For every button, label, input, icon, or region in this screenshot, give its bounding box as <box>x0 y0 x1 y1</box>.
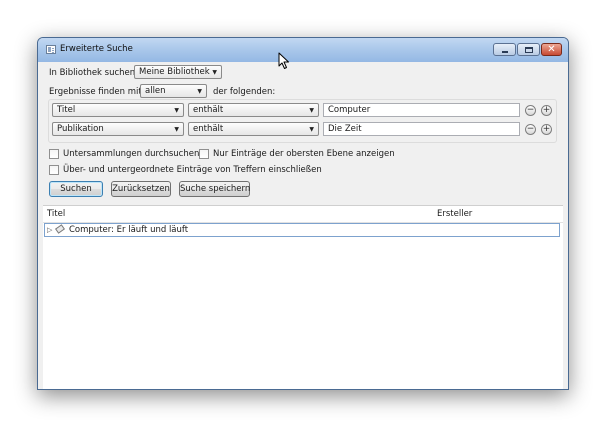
advanced-search-window: Erweiterte Suche ✕ In Bibliothek suchen:… <box>37 37 569 390</box>
dropdown-arrow-icon: ▼ <box>174 107 179 114</box>
minimize-button[interactable] <box>493 43 516 56</box>
library-label: In Bibliothek suchen: <box>49 68 139 78</box>
search-button[interactable]: Suchen <box>49 181 103 197</box>
window-title: Erweiterte Suche <box>60 44 133 54</box>
match-suffix-label: der folgenden: <box>213 87 276 97</box>
condition-operator-value: enthält <box>193 124 224 134</box>
minimize-icon <box>502 51 508 53</box>
top-level-only-label[interactable]: Nur Einträge der obersten Ebene anzeigen <box>213 149 395 159</box>
app-icon <box>46 45 56 54</box>
remove-condition-icon[interactable]: − <box>525 105 536 116</box>
condition-field-dropdown[interactable]: Publikation ▼ <box>52 122 184 136</box>
library-dropdown[interactable]: Meine Bibliothek ▼ <box>134 65 222 79</box>
dropdown-arrow-icon: ▼ <box>309 107 314 114</box>
match-prefix-label: Ergebnisse finden mit <box>49 87 142 97</box>
result-title: Computer: Er läuft und läuft <box>69 225 189 235</box>
dropdown-arrow-icon: ▼ <box>309 126 314 133</box>
condition-operator-value: enthält <box>193 105 224 115</box>
close-icon: ✕ <box>547 44 556 55</box>
dropdown-arrow-icon: ▼ <box>197 88 202 95</box>
results-tree[interactable]: Titel Ersteller ▷ Computer: Er läuft und… <box>43 205 563 389</box>
title-bar[interactable]: Erweiterte Suche ✕ <box>38 38 568 62</box>
condition-field-dropdown[interactable]: Titel ▼ <box>52 103 184 117</box>
library-dropdown-value: Meine Bibliothek <box>139 67 210 77</box>
condition-value-text: Die Zeit <box>328 124 362 134</box>
match-mode-value: allen <box>145 86 166 96</box>
top-level-only-checkbox[interactable] <box>199 149 209 159</box>
condition-operator-dropdown[interactable]: enthält ▼ <box>188 103 319 117</box>
tag-icon <box>55 224 65 234</box>
column-header-creator[interactable]: Ersteller <box>437 207 472 222</box>
subcollections-label[interactable]: Untersammlungen durchsuchen <box>63 149 199 159</box>
dropdown-arrow-icon: ▼ <box>212 69 217 76</box>
condition-operator-dropdown[interactable]: enthält ▼ <box>188 122 319 136</box>
match-mode-dropdown[interactable]: allen ▼ <box>140 84 207 98</box>
add-condition-icon[interactable]: + <box>541 105 552 116</box>
maximize-icon <box>525 47 533 53</box>
add-condition-icon[interactable]: + <box>541 124 552 135</box>
condition-value-input[interactable]: Die Zeit <box>323 122 520 136</box>
subcollections-checkbox[interactable] <box>49 149 59 159</box>
save-search-button[interactable]: Suche speichern <box>179 181 250 197</box>
reset-button[interactable]: Zurücksetzen <box>111 181 171 197</box>
include-parent-child-checkbox[interactable] <box>49 165 59 175</box>
mouse-cursor-icon <box>278 52 289 69</box>
condition-value-input[interactable]: Computer <box>323 103 520 117</box>
remove-condition-icon[interactable]: − <box>525 124 536 135</box>
dropdown-arrow-icon: ▼ <box>174 126 179 133</box>
condition-field-value: Titel <box>57 105 76 115</box>
table-row[interactable]: ▷ Computer: Er läuft und läuft <box>44 223 560 237</box>
maximize-button[interactable] <box>517 43 540 56</box>
expand-arrow-icon[interactable]: ▷ <box>47 225 52 236</box>
include-parent-child-label[interactable]: Über- und untergeordnete Einträge von Tr… <box>63 165 322 175</box>
column-header-title[interactable]: Titel <box>47 207 65 222</box>
condition-field-value: Publikation <box>57 124 104 134</box>
condition-value-text: Computer <box>328 105 371 115</box>
close-button[interactable]: ✕ <box>541 43 562 56</box>
